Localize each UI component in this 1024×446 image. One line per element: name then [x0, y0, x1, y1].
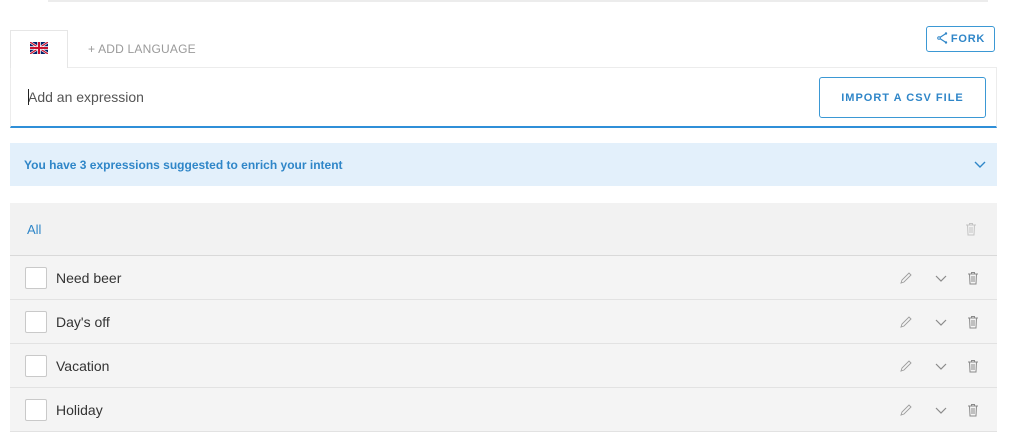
- pencil-icon[interactable]: [899, 359, 913, 373]
- trash-icon[interactable]: [967, 271, 979, 285]
- suggestions-text: You have 3 expressions suggested to enri…: [24, 157, 343, 172]
- import-csv-button[interactable]: IMPORT A CSV FILE: [819, 77, 986, 118]
- row-checkbox[interactable]: [25, 398, 47, 421]
- language-tabs: + ADD LANGUAGE: [10, 30, 196, 68]
- tab-language-en[interactable]: [10, 30, 68, 68]
- chevron-down-icon[interactable]: [935, 403, 947, 417]
- chevron-down-icon[interactable]: [974, 158, 986, 170]
- chevron-down-icon[interactable]: [935, 315, 947, 329]
- top-divider: [48, 0, 988, 2]
- list-header: All: [10, 203, 997, 256]
- expression-input[interactable]: [28, 86, 728, 108]
- trash-icon[interactable]: [967, 359, 979, 373]
- select-all-label[interactable]: All: [27, 222, 41, 237]
- uk-flag-icon: [29, 40, 49, 59]
- expression-box: IMPORT A CSV FILE: [10, 67, 997, 128]
- list-item: Vacation: [10, 344, 997, 388]
- trash-icon[interactable]: [967, 403, 979, 417]
- suggestions-bar[interactable]: You have 3 expressions suggested to enri…: [10, 143, 997, 186]
- pencil-icon[interactable]: [899, 403, 913, 417]
- list-item: Day's off: [10, 300, 997, 344]
- chevron-down-icon[interactable]: [935, 271, 947, 285]
- pencil-icon[interactable]: [899, 315, 913, 329]
- row-checkbox[interactable]: [25, 354, 47, 377]
- expression-list: All Need beer Day's off Vacation Holiday: [10, 203, 997, 432]
- trash-icon[interactable]: [967, 315, 979, 329]
- list-item: Holiday: [10, 388, 997, 432]
- expression-text: Vacation: [56, 357, 110, 374]
- pencil-icon[interactable]: [899, 271, 913, 285]
- fork-label: FORK: [950, 33, 986, 45]
- expression-text: Day's off: [56, 313, 110, 330]
- list-item: Need beer: [10, 256, 997, 300]
- expression-text: Need beer: [56, 269, 122, 286]
- trash-icon[interactable]: [965, 222, 977, 236]
- fork-icon: [936, 31, 948, 47]
- row-checkbox[interactable]: [25, 266, 47, 289]
- expression-text: Holiday: [56, 401, 103, 418]
- chevron-down-icon[interactable]: [935, 359, 947, 373]
- row-checkbox[interactable]: [25, 310, 47, 333]
- fork-button[interactable]: FORK: [926, 26, 995, 52]
- text-caret: [28, 89, 29, 105]
- add-language-tab[interactable]: + ADD LANGUAGE: [68, 30, 196, 68]
